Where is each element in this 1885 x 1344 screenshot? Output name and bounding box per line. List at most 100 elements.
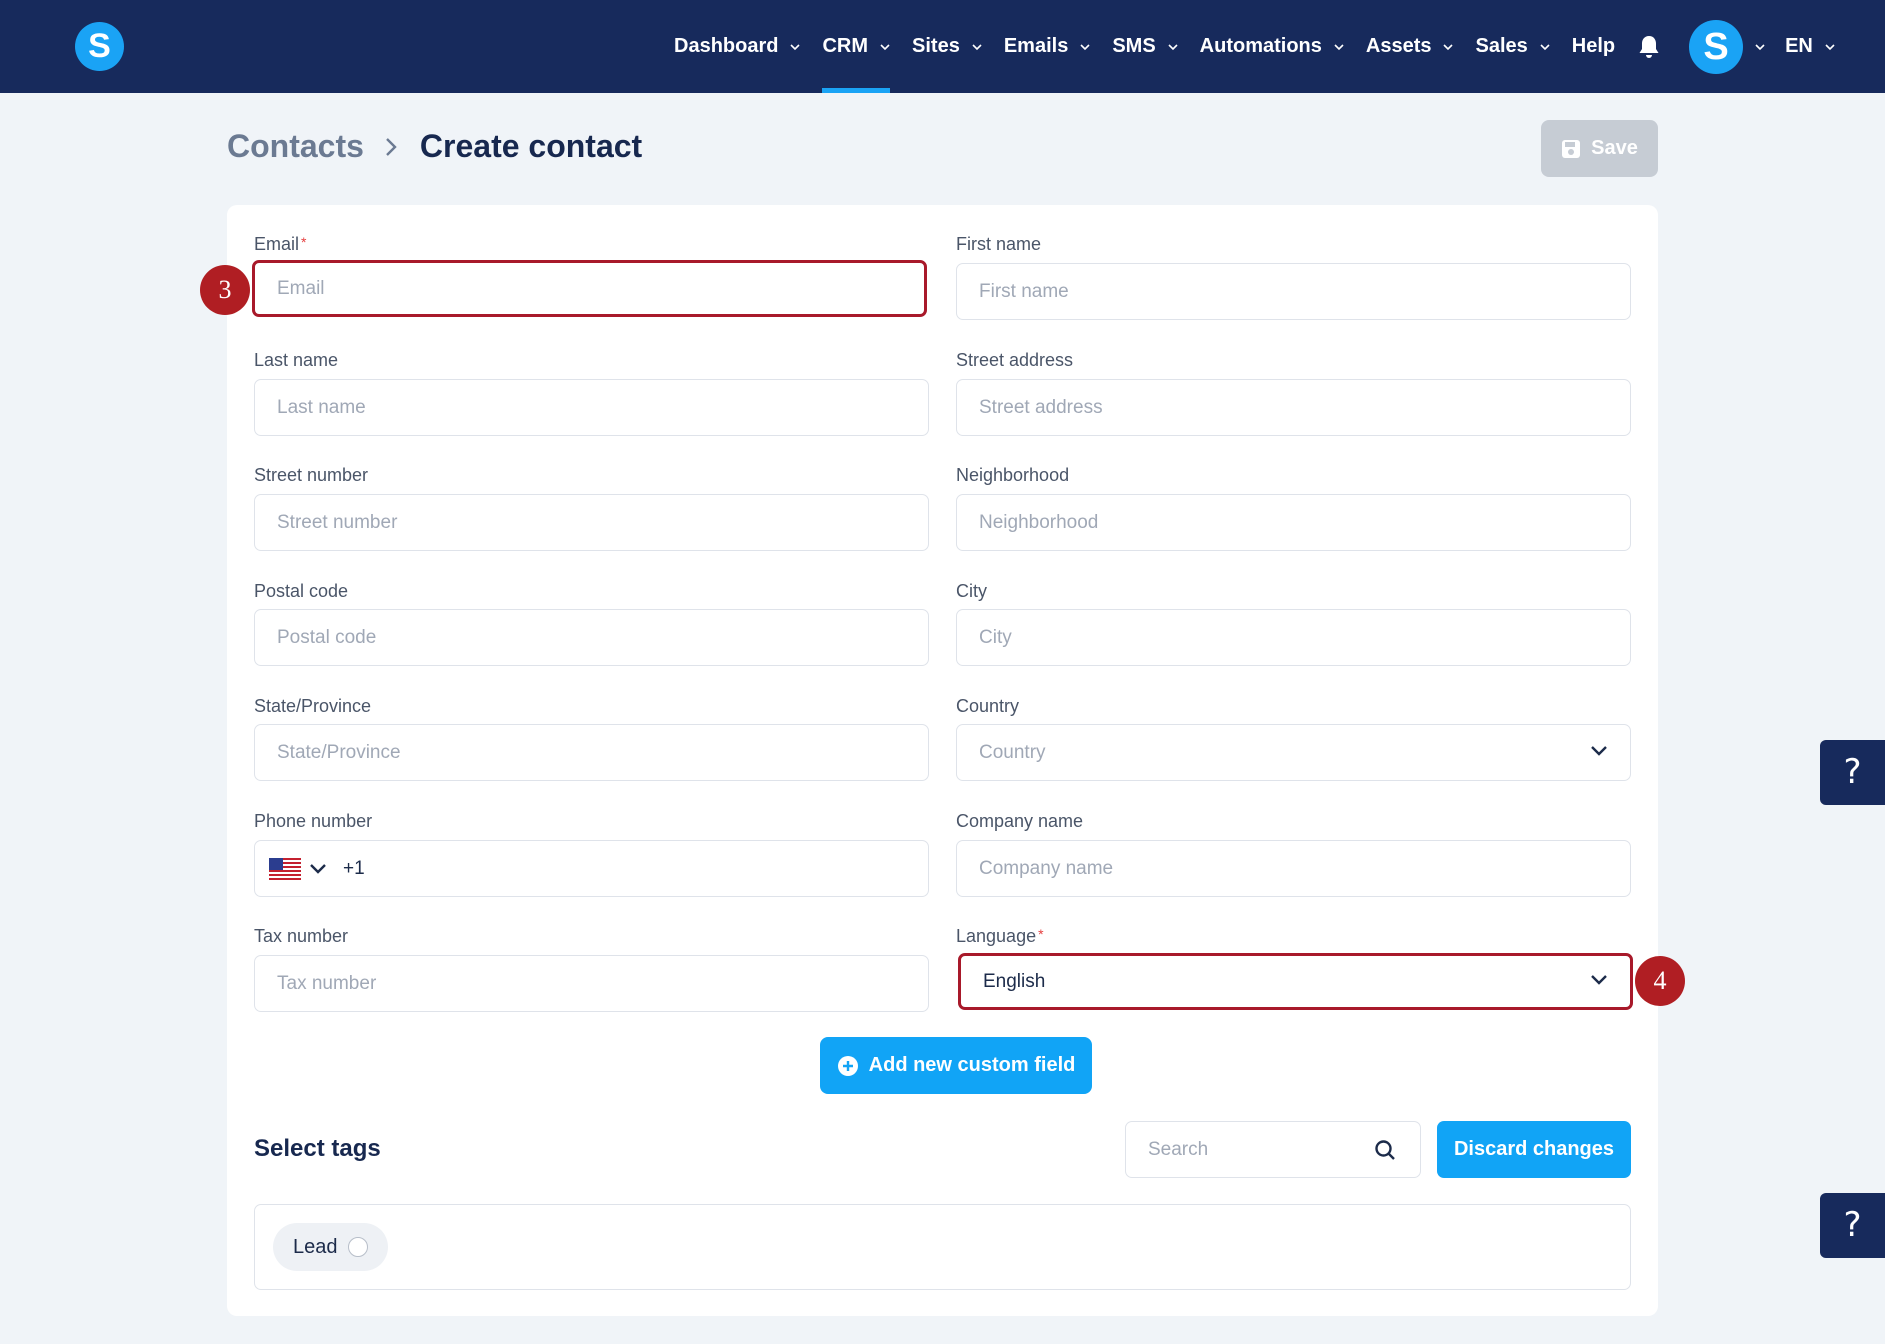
email-input[interactable]	[277, 277, 924, 300]
chevron-down-icon	[1755, 43, 1765, 50]
postal-code-field[interactable]	[254, 609, 929, 666]
nav-sites-label: Sites	[912, 35, 960, 57]
first-name-label: First name	[956, 234, 1042, 254]
email-field[interactable]	[252, 260, 927, 317]
company-field[interactable]	[956, 840, 1631, 897]
first-name-field[interactable]	[956, 263, 1631, 320]
chevron-down-icon	[1591, 746, 1607, 756]
chevron-down-icon	[1591, 975, 1607, 985]
nav-automations[interactable]: Automations	[1200, 0, 1344, 93]
street-address-label: Street address	[956, 350, 1074, 370]
help-button[interactable]: ?	[1820, 740, 1885, 805]
chevron-right-icon	[386, 137, 397, 156]
user-menu[interactable]: S	[1689, 19, 1765, 74]
nav-assets[interactable]: Assets	[1366, 0, 1454, 93]
chevron-down-icon	[790, 43, 801, 50]
tag-search-input[interactable]	[1148, 1138, 1368, 1161]
main-nav: Dashboard CRM Sites Emails SMS Automatio…	[674, 0, 1835, 93]
phone-field[interactable]: +1	[254, 840, 929, 897]
page-title: Create contact	[419, 128, 643, 164]
save-button-label: Save	[1591, 137, 1638, 159]
tax-number-input[interactable]	[277, 972, 928, 995]
last-name-label: Last name	[254, 350, 339, 370]
state-field[interactable]	[254, 724, 929, 781]
last-name-field[interactable]	[254, 379, 929, 436]
nav-sites[interactable]: Sites	[912, 0, 982, 93]
required-marker: *	[301, 234, 307, 250]
country-select[interactable]: Country	[956, 724, 1631, 781]
tax-number-label: Tax number	[254, 926, 349, 946]
dial-code: +1	[343, 857, 365, 879]
nav-assets-label: Assets	[1365, 35, 1432, 57]
search-icon[interactable]	[1374, 1139, 1396, 1161]
first-name-input[interactable]	[979, 280, 1630, 303]
tag-chip-lead[interactable]: Lead	[273, 1223, 388, 1271]
tag-search-field[interactable]	[1125, 1121, 1421, 1178]
postal-code-input[interactable]	[277, 626, 928, 649]
chevron-down-icon[interactable]	[309, 863, 327, 875]
breadcrumb-contacts[interactable]: Contacts	[227, 128, 364, 165]
chevron-down-icon	[1334, 43, 1344, 50]
tag-label: Lead	[293, 1235, 338, 1258]
language-label-text: Language	[956, 926, 1037, 946]
street-address-field[interactable]	[956, 379, 1631, 436]
phone-label: Phone number	[254, 811, 373, 831]
nav-sales[interactable]: Sales	[1475, 0, 1550, 93]
language-select[interactable]: English	[958, 953, 1633, 1010]
language-value: English	[983, 970, 1046, 992]
add-custom-field-label: Add new custom field	[868, 1054, 1076, 1076]
step-marker-3: 3	[200, 265, 250, 315]
street-address-input[interactable]	[979, 396, 1630, 419]
nav-sms[interactable]: SMS	[1112, 0, 1178, 93]
neighborhood-label: Neighborhood	[956, 465, 1070, 485]
nav-sales-label: Sales	[1475, 35, 1528, 57]
email-label-text: Email	[254, 234, 300, 254]
help-button[interactable]: ?	[1820, 1193, 1885, 1258]
chevron-down-icon	[1443, 43, 1454, 50]
city-input[interactable]	[979, 626, 1630, 649]
bell-icon[interactable]	[1637, 34, 1661, 60]
language-switcher[interactable]: EN	[1785, 35, 1835, 58]
company-label: Company name	[956, 811, 1084, 831]
nav-automations-label: Automations	[1199, 35, 1322, 57]
last-name-input[interactable]	[277, 396, 928, 419]
us-flag-icon[interactable]	[269, 857, 301, 880]
save-button[interactable]: Save	[1541, 120, 1658, 177]
add-custom-field-button[interactable]: Add new custom field	[820, 1037, 1092, 1094]
nav-help[interactable]: Help	[1572, 0, 1615, 93]
street-number-input[interactable]	[277, 511, 928, 534]
top-navbar: S Dashboard CRM Sites Emails SMS Automat…	[0, 0, 1885, 93]
city-field[interactable]	[956, 609, 1631, 666]
discard-changes-button[interactable]: Discard changes	[1437, 1121, 1631, 1178]
plus-circle-icon	[837, 1055, 858, 1076]
nav-help-label: Help	[1571, 35, 1616, 57]
nav-dashboard-label: Dashboard	[674, 35, 779, 57]
language-code: EN	[1785, 35, 1813, 57]
company-input[interactable]	[979, 857, 1630, 880]
street-number-field[interactable]	[254, 494, 929, 551]
nav-dashboard[interactable]: Dashboard	[674, 0, 801, 93]
nav-crm[interactable]: CRM	[822, 0, 890, 93]
breadcrumb: Contacts Create contact	[227, 128, 642, 165]
email-label: Email *	[254, 234, 306, 255]
step-marker-4: 4	[1635, 956, 1685, 1006]
chevron-down-icon	[1168, 43, 1178, 50]
required-marker: *	[1038, 926, 1044, 942]
avatar: S	[1689, 19, 1744, 74]
nav-crm-label: CRM	[822, 35, 869, 57]
nav-emails[interactable]: Emails	[1004, 0, 1090, 93]
nav-sms-label: SMS	[1112, 35, 1156, 57]
country-label: Country	[956, 696, 1020, 716]
state-input[interactable]	[277, 741, 928, 764]
tag-radio[interactable]	[347, 1237, 368, 1257]
postal-code-label: Postal code	[254, 581, 349, 601]
chevron-down-icon	[1080, 43, 1090, 50]
app-logo[interactable]: S	[75, 22, 124, 71]
chevron-down-icon	[880, 43, 890, 50]
chevron-down-icon	[1540, 43, 1550, 50]
tax-number-field[interactable]	[254, 955, 929, 1012]
neighborhood-input[interactable]	[979, 511, 1630, 534]
street-number-label: Street number	[254, 465, 369, 485]
tags-list: Lead	[254, 1204, 1631, 1290]
neighborhood-field[interactable]	[956, 494, 1631, 551]
